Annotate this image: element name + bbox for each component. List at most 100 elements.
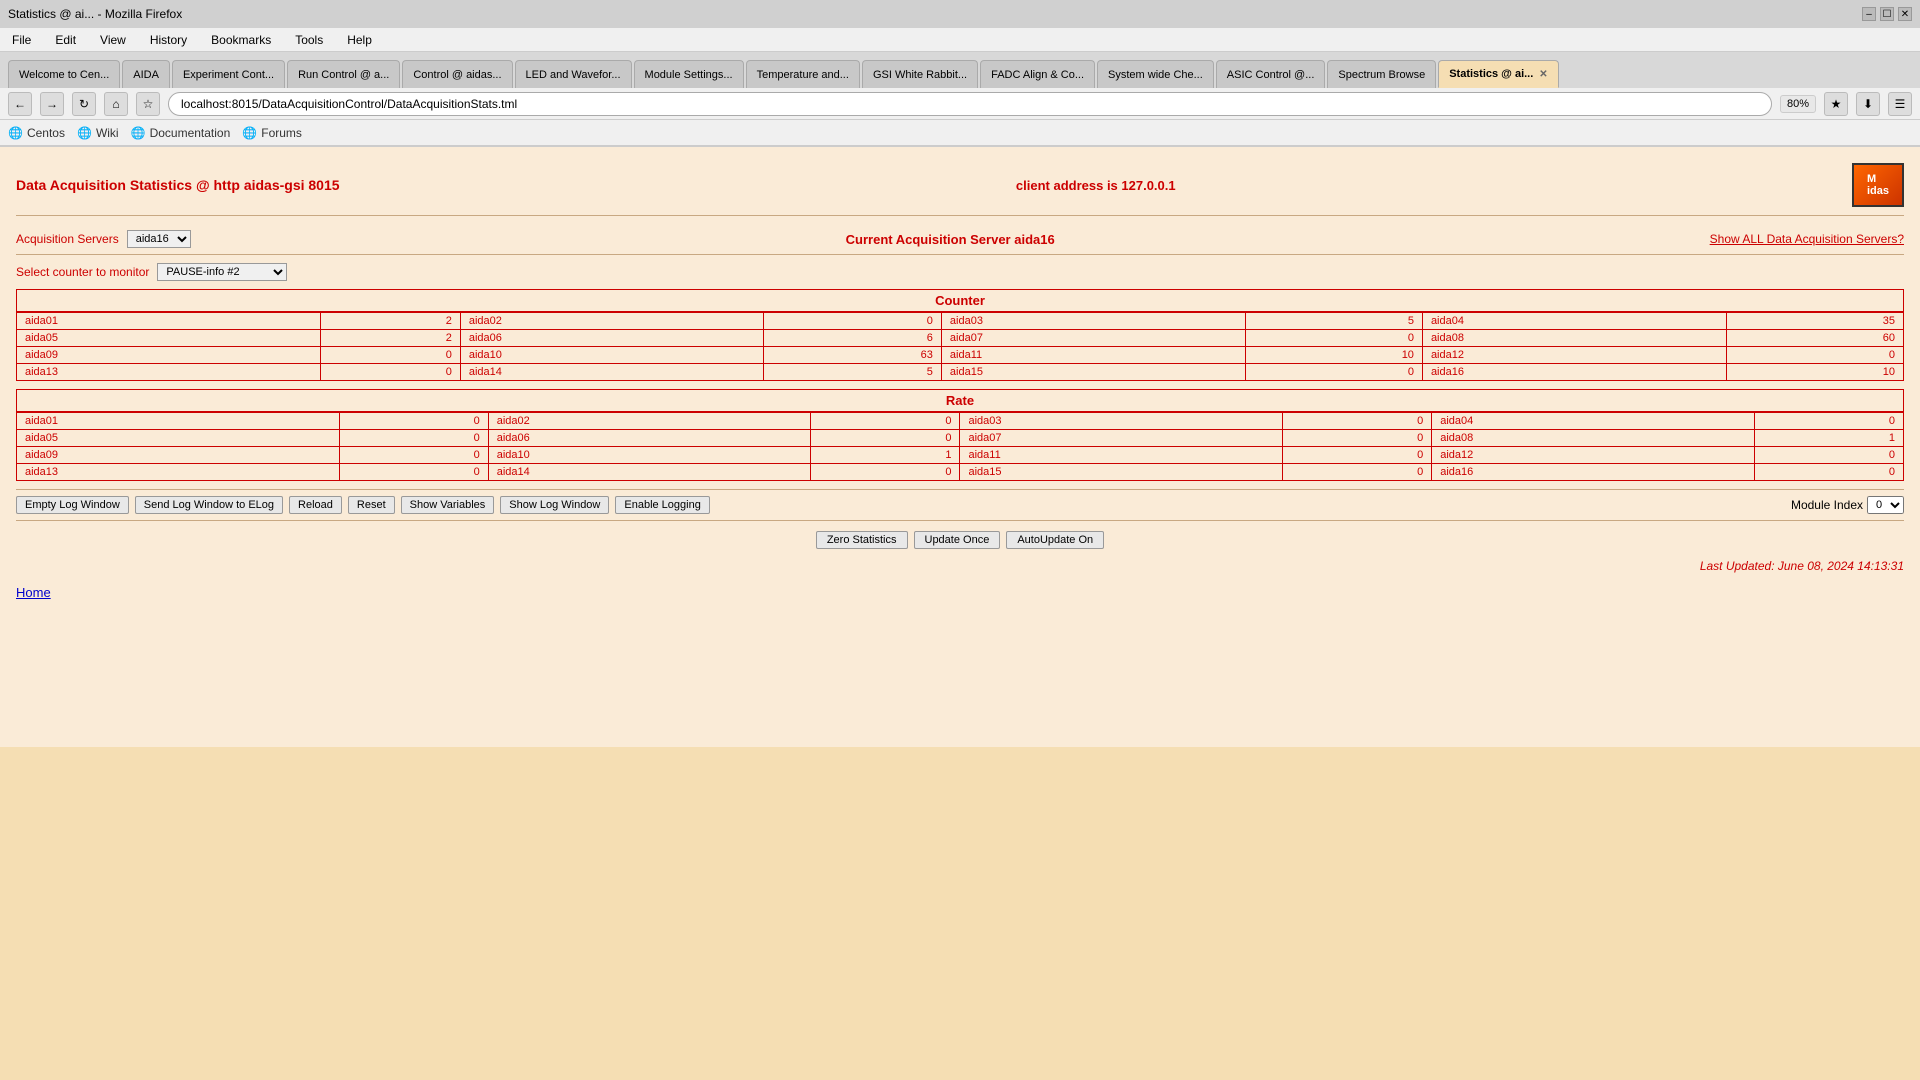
rate-name-cell: aida05 — [17, 430, 340, 447]
send-log-button[interactable]: Send Log Window to ELog — [135, 496, 283, 514]
page-header: Data Acquisition Statistics @ http aidas… — [16, 155, 1904, 216]
auto-update-button[interactable]: AutoUpdate On — [1006, 531, 1104, 549]
menu-icon[interactable]: ☰ — [1888, 92, 1912, 116]
maximize-button[interactable]: ☐ — [1880, 7, 1894, 21]
enable-logging-button[interactable]: Enable Logging — [615, 496, 709, 514]
menu-view[interactable]: View — [96, 31, 130, 49]
counter-value-cell: 35 — [1726, 313, 1903, 330]
counter-name-cell: aida04 — [1422, 313, 1726, 330]
counter-value-cell: 0 — [320, 347, 460, 364]
title-bar: Statistics @ ai... - Mozilla Firefox – ☐… — [0, 0, 1920, 28]
zero-statistics-button[interactable]: Zero Statistics — [816, 531, 908, 549]
tab-bar: Welcome to Cen... AIDA Experiment Cont..… — [0, 52, 1920, 88]
rate-name-cell: aida01 — [17, 413, 340, 430]
menu-history[interactable]: History — [146, 31, 191, 49]
rate-name-cell: aida11 — [960, 447, 1283, 464]
browser-chrome: Statistics @ ai... - Mozilla Firefox – ☐… — [0, 0, 1920, 147]
counter-value-cell: 10 — [1726, 364, 1903, 381]
tab-spectrum[interactable]: Spectrum Browse — [1327, 60, 1436, 88]
update-once-button[interactable]: Update Once — [914, 531, 1001, 549]
counter-value-cell: 6 — [764, 330, 941, 347]
menu-file[interactable]: File — [8, 31, 35, 49]
counter-name-cell: aida06 — [460, 330, 764, 347]
tab-close-icon[interactable]: ✕ — [1539, 69, 1547, 80]
page-title: Data Acquisition Statistics @ http aidas… — [16, 177, 340, 193]
reset-button[interactable]: Reset — [348, 496, 395, 514]
show-all-servers-link[interactable]: Show ALL Data Acquisition Servers? — [1710, 232, 1904, 246]
address-bar[interactable]: localhost:8015/DataAcquisitionControl/Da… — [168, 92, 1772, 116]
bookmark-wiki[interactable]: 🌐 Wiki — [77, 126, 119, 140]
home-nav-button[interactable]: ⌂ — [104, 92, 128, 116]
empty-log-button[interactable]: Empty Log Window — [16, 496, 129, 514]
tab-gsi[interactable]: GSI White Rabbit... — [862, 60, 978, 88]
counter-table: aida01 2 aida02 0 aida03 5 aida04 35 aid… — [16, 312, 1904, 381]
counter-value-cell: 60 — [1726, 330, 1903, 347]
module-index-label: Module Index — [1791, 498, 1863, 512]
rate-value-cell: 0 — [1754, 413, 1903, 430]
bookmark-centos[interactable]: 🌐 Centos — [8, 126, 65, 140]
rate-name-cell: aida12 — [1432, 447, 1755, 464]
forward-button[interactable]: → — [40, 92, 64, 116]
close-button[interactable]: ✕ — [1898, 7, 1912, 21]
menu-edit[interactable]: Edit — [51, 31, 80, 49]
tab-welcome[interactable]: Welcome to Cen... — [8, 60, 120, 88]
counter-monitor-select[interactable]: PAUSE-info #2 — [157, 263, 287, 281]
reload-nav-button[interactable]: ↻ — [72, 92, 96, 116]
tab-run-control[interactable]: Run Control @ a... — [287, 60, 400, 88]
tab-experiment[interactable]: Experiment Cont... — [172, 60, 285, 88]
tab-temperature[interactable]: Temperature and... — [746, 60, 860, 88]
table-row: aida05 0 aida06 0 aida07 0 aida08 1 — [17, 430, 1904, 447]
menu-help[interactable]: Help — [343, 31, 376, 49]
menu-bookmarks[interactable]: Bookmarks — [207, 31, 275, 49]
show-variables-button[interactable]: Show Variables — [401, 496, 495, 514]
tab-control[interactable]: Control @ aidas... — [402, 60, 512, 88]
address-text: localhost:8015/DataAcquisitionControl/Da… — [181, 97, 517, 111]
tab-statistics[interactable]: Statistics @ ai...✕ — [1438, 60, 1558, 88]
download-icon[interactable]: ⬇ — [1856, 92, 1880, 116]
acquisition-left: Acquisition Servers aida16 — [16, 230, 191, 248]
rate-name-cell: aida08 — [1432, 430, 1755, 447]
show-log-button[interactable]: Show Log Window — [500, 496, 609, 514]
counter-name-cell: aida09 — [17, 347, 321, 364]
counter-value-cell: 2 — [320, 330, 460, 347]
rate-table: aida01 0 aida02 0 aida03 0 aida04 0 aida… — [16, 412, 1904, 481]
table-row: aida09 0 aida10 63 aida11 10 aida12 0 — [17, 347, 1904, 364]
counter-name-cell: aida03 — [941, 313, 1245, 330]
counter-row: Select counter to monitor PAUSE-info #2 — [16, 263, 1904, 281]
rate-value-cell: 1 — [811, 447, 960, 464]
window-controls[interactable]: – ☐ ✕ — [1862, 7, 1912, 21]
star-icon[interactable]: ★ — [1824, 92, 1848, 116]
home-link[interactable]: Home — [16, 577, 51, 608]
rate-value-cell: 0 — [811, 430, 960, 447]
bookmark-star[interactable]: ☆ — [136, 92, 160, 116]
bookmark-documentation[interactable]: 🌐 Documentation — [131, 126, 231, 140]
counter-value-cell: 0 — [1726, 347, 1903, 364]
current-server: Current Acquisition Server aida16 — [846, 232, 1055, 247]
tab-system[interactable]: System wide Che... — [1097, 60, 1214, 88]
module-index-select[interactable]: 0 — [1867, 496, 1904, 514]
tab-asic[interactable]: ASIC Control @... — [1216, 60, 1326, 88]
counter-value-cell: 0 — [764, 313, 941, 330]
counter-name-cell: aida08 — [1422, 330, 1726, 347]
counter-name-cell: aida02 — [460, 313, 764, 330]
tab-led[interactable]: LED and Wavefor... — [515, 60, 632, 88]
table-row: aida01 2 aida02 0 aida03 5 aida04 35 — [17, 313, 1904, 330]
rate-value-cell: 0 — [1754, 464, 1903, 481]
menu-bar: File Edit View History Bookmarks Tools H… — [0, 28, 1920, 52]
counter-name-cell: aida16 — [1422, 364, 1726, 381]
server-select[interactable]: aida16 — [127, 230, 191, 248]
counter-value-cell: 2 — [320, 313, 460, 330]
bookmark-forums[interactable]: 🌐 Forums — [242, 126, 302, 140]
counter-name-cell: aida01 — [17, 313, 321, 330]
tab-module-settings[interactable]: Module Settings... — [634, 60, 744, 88]
reload-button[interactable]: Reload — [289, 496, 342, 514]
minimize-button[interactable]: – — [1862, 7, 1876, 21]
rate-name-cell: aida16 — [1432, 464, 1755, 481]
counter-name-cell: aida13 — [17, 364, 321, 381]
menu-tools[interactable]: Tools — [291, 31, 327, 49]
tab-fadc[interactable]: FADC Align & Co... — [980, 60, 1095, 88]
rate-value-cell: 1 — [1754, 430, 1903, 447]
tab-aida[interactable]: AIDA — [122, 60, 170, 88]
back-button[interactable]: ← — [8, 92, 32, 116]
client-address: client address is 127.0.0.1 — [1016, 178, 1176, 193]
